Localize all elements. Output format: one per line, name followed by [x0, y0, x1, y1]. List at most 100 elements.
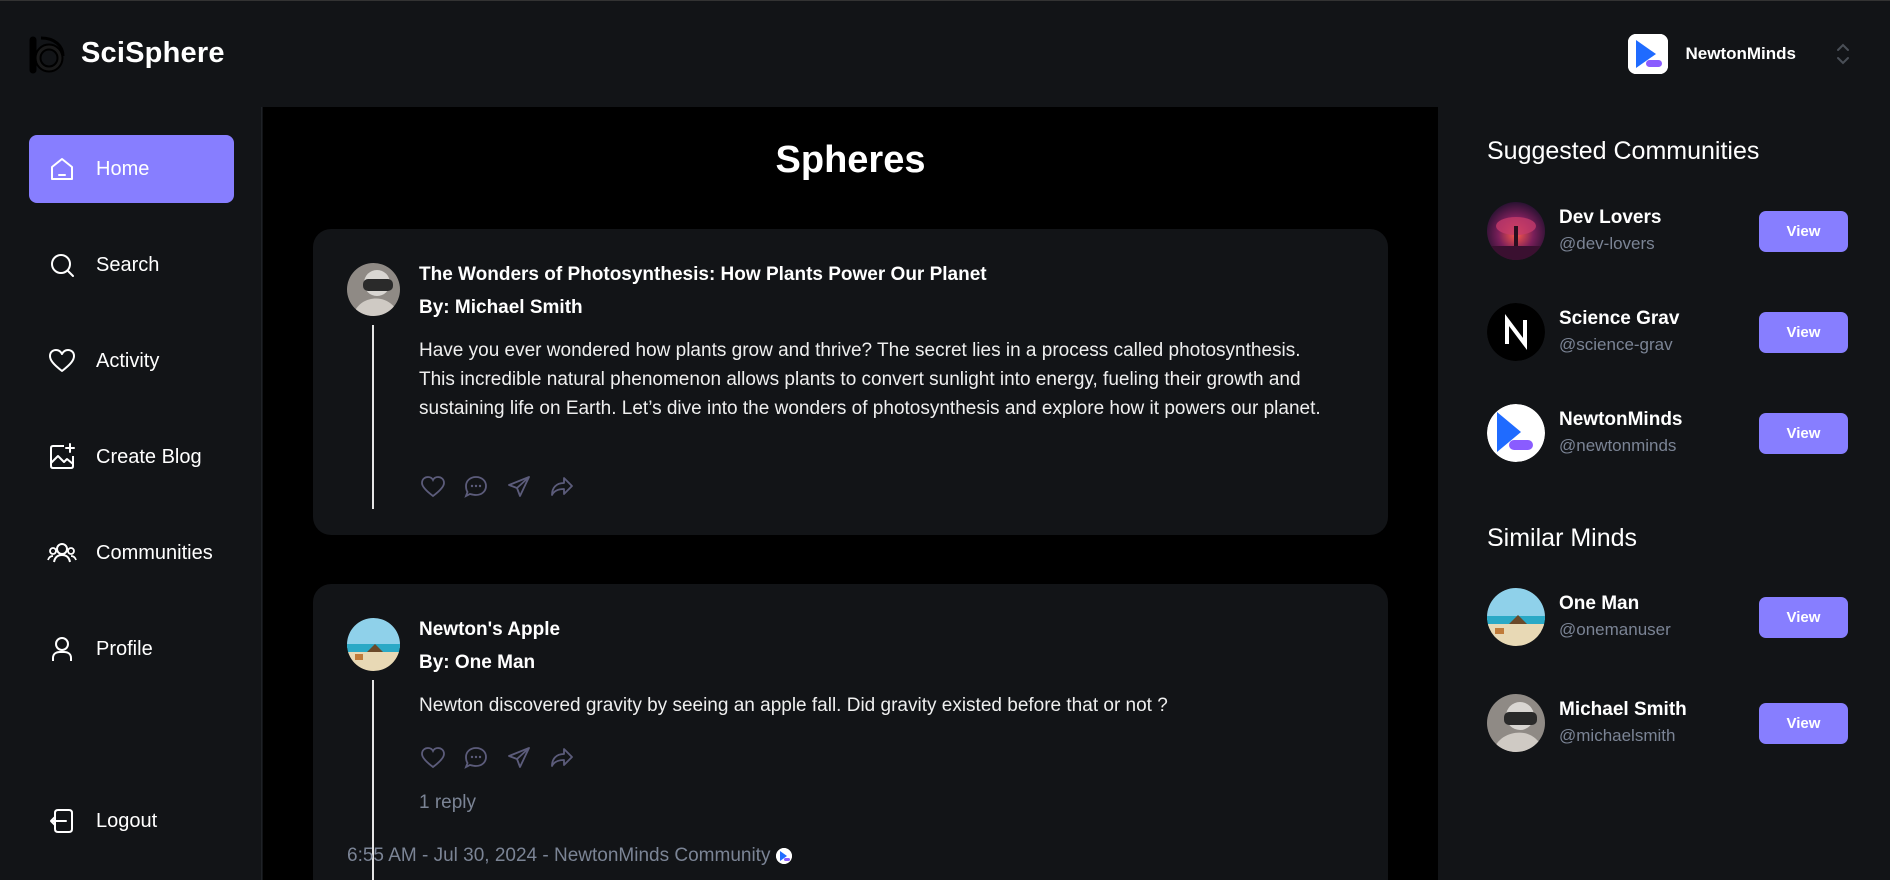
newtonminds-logo-icon	[1627, 34, 1668, 74]
michael-smith-avatar-icon	[1487, 694, 1545, 752]
right-sidebar: Suggested Communities Dev Lovers @dev-lo…	[1438, 107, 1890, 880]
avatar	[1487, 694, 1545, 752]
sidebar-item-label: Home	[96, 157, 150, 180]
sidebar-item-home[interactable]: Home	[29, 135, 234, 203]
share-button[interactable]	[548, 744, 576, 772]
sidebar-item-search[interactable]: Search	[29, 231, 234, 299]
suggested-communities-title: Suggested Communities	[1487, 137, 1760, 165]
user-handle: @onemanuser	[1559, 620, 1671, 639]
one-man-avatar-icon	[347, 618, 400, 671]
share-button[interactable]	[548, 473, 576, 501]
community-name: NewtonMinds	[1559, 409, 1683, 430]
view-button[interactable]: View	[1759, 211, 1848, 252]
community-name: Dev Lovers	[1559, 207, 1662, 228]
sidebar-item-label: Profile	[96, 637, 153, 660]
org-avatar	[1627, 34, 1668, 74]
newtonminds-avatar-icon	[1487, 404, 1545, 462]
user-item: One Man @onemanuser View	[1487, 588, 1848, 646]
view-button[interactable]: View	[1759, 413, 1848, 454]
community-badge-icon	[776, 848, 793, 864]
avatar	[1487, 404, 1545, 462]
chevron-updown-icon[interactable]	[1834, 41, 1852, 67]
repost-button[interactable]	[505, 473, 533, 501]
community-item: NewtonMinds @newtonminds View	[1487, 404, 1848, 462]
user-name: One Man	[1559, 593, 1640, 614]
avatar[interactable]	[347, 618, 400, 671]
like-button[interactable]	[419, 473, 447, 501]
michael-smith-avatar-icon	[347, 263, 400, 316]
logo-icon[interactable]	[27, 36, 65, 74]
heart-icon	[421, 747, 445, 769]
reply-button[interactable]	[462, 744, 490, 772]
community-item: Dev Lovers @dev-lovers View	[1487, 202, 1848, 260]
one-man-avatar-icon	[1487, 588, 1545, 646]
post-author[interactable]: By: One Man	[419, 652, 535, 674]
org-name: NewtonMinds	[1685, 44, 1797, 63]
sidebar-item-activity[interactable]: Activity	[29, 327, 234, 395]
repost-button[interactable]	[505, 744, 533, 772]
post-author[interactable]: By: Michael Smith	[419, 297, 583, 319]
avatar	[1487, 202, 1545, 260]
sidebar-item-create-blog[interactable]: Create Blog	[29, 423, 234, 491]
org-switcher[interactable]: NewtonMinds	[1627, 33, 1853, 75]
sidebar-item-profile[interactable]: Profile	[29, 615, 234, 683]
send-icon	[508, 476, 530, 497]
post-actions	[419, 744, 576, 772]
community-handle: @newtonminds	[1559, 436, 1677, 455]
sidebar-item-label: Create Blog	[96, 445, 202, 468]
users-icon	[47, 543, 77, 563]
avatar[interactable]	[347, 263, 400, 316]
post-body: Have you ever wondered how plants grow a…	[419, 340, 1321, 419]
post-card: The Wonders of Photosynthesis: How Plant…	[313, 229, 1388, 535]
post-actions	[419, 473, 576, 501]
user-item: Michael Smith @michaelsmith View	[1487, 694, 1848, 752]
dev-lovers-avatar-icon	[1487, 202, 1545, 260]
image-plus-icon	[50, 443, 75, 469]
share-icon	[551, 477, 573, 496]
like-button[interactable]	[419, 744, 447, 772]
home-icon	[51, 158, 73, 180]
reply-button[interactable]	[462, 473, 490, 501]
comment-icon	[464, 476, 487, 498]
user-name: Michael Smith	[1559, 699, 1687, 720]
sidebar-item-label: Communities	[96, 541, 213, 564]
app-name[interactable]: SciSphere	[81, 37, 225, 70]
sidebar-item-label: Activity	[96, 349, 160, 372]
user-handle: @michaelsmith	[1559, 726, 1676, 745]
community-handle: @dev-lovers	[1559, 234, 1655, 253]
community-item: Science Grav @science-grav View	[1487, 303, 1848, 361]
view-button[interactable]: View	[1759, 703, 1848, 744]
avatar	[1487, 588, 1545, 646]
community-name: Science Grav	[1559, 308, 1680, 329]
reply-count[interactable]: 1 reply	[419, 792, 476, 814]
search-icon	[51, 254, 74, 277]
logout-icon	[50, 809, 73, 833]
heart-icon	[49, 349, 75, 372]
sidebar-item-communities[interactable]: Communities	[29, 519, 234, 587]
post-title[interactable]: The Wonders of Photosynthesis: How Plant…	[419, 264, 987, 286]
view-button[interactable]: View	[1759, 312, 1848, 353]
send-icon	[508, 747, 530, 768]
post-meta: 6:55 AM - Jul 30, 2024 - NewtonMinds Com…	[347, 845, 793, 867]
main-feed: Spheres The Wonders of Photosynthesis: H…	[263, 107, 1438, 880]
comment-icon	[464, 747, 487, 769]
logout-label: Logout	[96, 809, 158, 832]
share-icon	[551, 748, 573, 767]
science-grav-avatar-icon	[1487, 303, 1545, 361]
page-title: Spheres	[775, 139, 926, 181]
avatar	[1487, 303, 1545, 361]
left-sidebar: Home Search Activity Create Blog Communi…	[0, 107, 262, 880]
post-title[interactable]: Newton's Apple	[419, 619, 560, 641]
view-button[interactable]: View	[1759, 597, 1848, 638]
post-timestamp-community[interactable]: 6:55 AM - Jul 30, 2024 - NewtonMinds Com…	[347, 845, 770, 867]
similar-minds-title: Similar Minds	[1487, 524, 1638, 552]
heart-icon	[421, 476, 445, 498]
logout-button[interactable]: Logout	[29, 787, 234, 855]
thread-line	[372, 325, 374, 509]
post-body: Newton discovered gravity by seeing an a…	[419, 695, 1168, 716]
post-card: Newton's Apple By: One Man Newton discov…	[313, 584, 1388, 880]
top-bar: SciSphere NewtonMinds	[0, 0, 1890, 107]
sidebar-item-label: Search	[96, 253, 160, 276]
community-handle: @science-grav	[1559, 335, 1673, 354]
user-icon	[52, 637, 72, 661]
